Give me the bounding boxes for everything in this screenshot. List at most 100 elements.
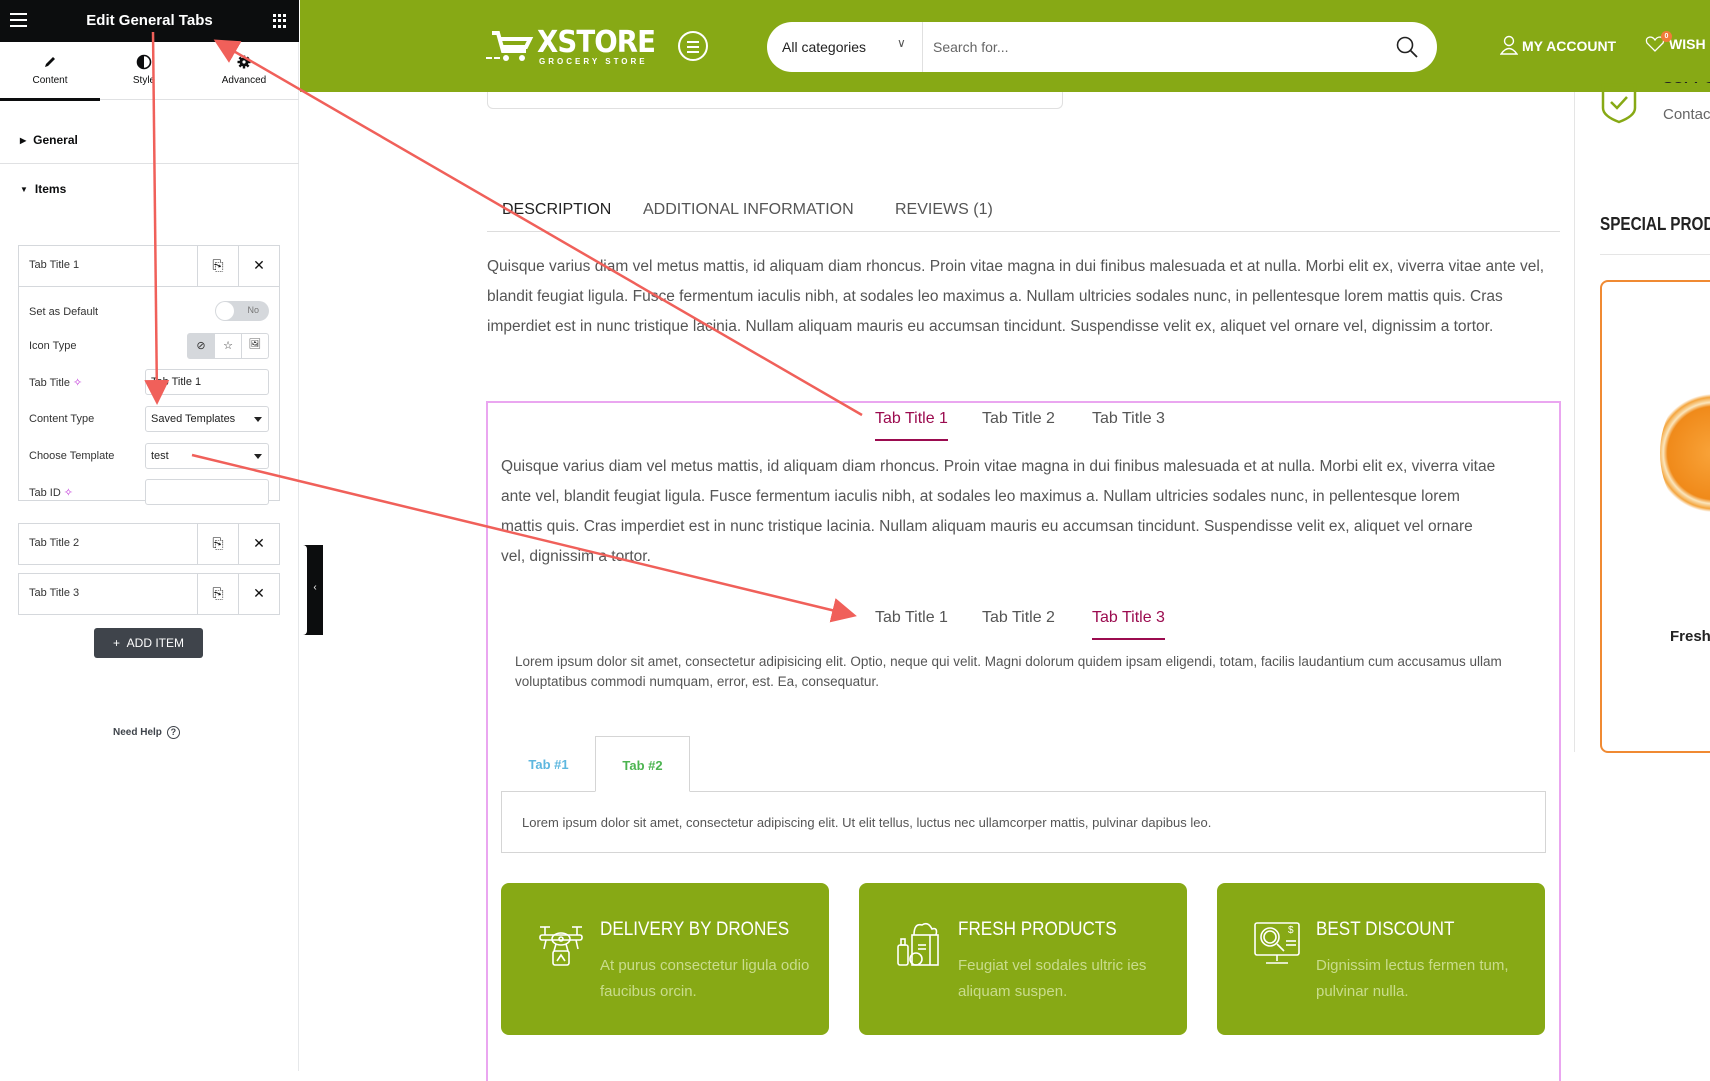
content-type-select[interactable]: Saved Templates	[145, 406, 269, 432]
caret-down-icon: ▼	[20, 185, 28, 194]
duplicate-button[interactable]: ⎘	[197, 574, 238, 614]
remove-button[interactable]: ✕	[238, 574, 279, 614]
repeater-item-header[interactable]: Tab Title 1 ⎘ ✕	[19, 246, 279, 286]
heading-divider	[1600, 254, 1710, 255]
section-items[interactable]: ▼ Items	[0, 182, 299, 196]
field-label: Tab Title	[29, 377, 70, 389]
section-items-label: Items	[34, 182, 67, 196]
search-divider	[922, 22, 923, 72]
half-circle-icon	[136, 54, 152, 70]
nested-tab-2[interactable]: Tab Title 2	[982, 609, 1055, 627]
tab-advanced-label: Advanced	[221, 75, 267, 86]
icon-type-choices: ⊘ ☆ 🖼	[187, 333, 269, 359]
cart-logo-icon	[486, 31, 534, 61]
nested-tab-1[interactable]: Tab Title 1	[875, 609, 948, 627]
repeater-item: Tab Title 1 ⎘ ✕ Set as Default No Icon T…	[18, 245, 280, 505]
repeater-item: Tab Title 3 ⎘ ✕	[18, 573, 280, 615]
general-tab-2[interactable]: Tab Title 2	[982, 410, 1055, 428]
previous-section-box	[487, 92, 1063, 109]
search-icon[interactable]	[1395, 35, 1419, 59]
field-tab-id: Tab ID ✧	[29, 479, 269, 505]
remove-button[interactable]: ✕	[238, 246, 279, 286]
tab-content[interactable]: Content	[0, 42, 100, 101]
duplicate-button[interactable]: ⎘	[197, 246, 238, 286]
ai-sparkle-icon[interactable]: ✧	[64, 487, 73, 499]
none-icon[interactable]: ⊘	[188, 334, 214, 358]
chevron-down-icon[interactable]: ∨	[897, 36, 906, 50]
tab-additional-information[interactable]: ADDITIONAL INFORMATION	[643, 201, 854, 219]
help-circle-icon: ?	[166, 726, 180, 739]
elementor-panel: Edit General Tabs Content Style Advanced…	[0, 0, 299, 1071]
repeater-item-fields: Set as Default No Icon Type ⊘ ☆ 🖼 Tab Ti…	[19, 286, 279, 505]
drone-icon	[539, 926, 583, 966]
tab-style[interactable]: Style	[94, 42, 194, 100]
image-icon[interactable]: 🖼	[241, 334, 268, 358]
feature-box: FRESH PRODUCTS Feugiat vel sodales ultri…	[859, 883, 1187, 1035]
collapse-panel-button[interactable]: ‹	[299, 545, 323, 635]
need-help-label: Need Help	[113, 727, 162, 738]
basic-tab-2[interactable]: Tab #2	[595, 736, 690, 792]
product-name[interactable]: Fresh O	[1670, 628, 1710, 645]
set-default-toggle[interactable]: No	[215, 301, 269, 321]
duplicate-button[interactable]: ⎘	[197, 524, 238, 564]
remove-button[interactable]: ✕	[238, 524, 279, 564]
need-help-link[interactable]: Need Help?	[113, 726, 180, 739]
toggle-state: No	[247, 305, 259, 315]
add-item-button[interactable]: + ADD ITEM	[94, 628, 203, 658]
field-label: Icon Type	[29, 340, 77, 352]
select-value: Saved Templates	[151, 413, 236, 425]
field-choose-template: Choose Template test	[29, 443, 269, 469]
field-content-type: Content Type Saved Templates	[29, 406, 269, 432]
choose-template-select[interactable]: test	[145, 443, 269, 469]
copy-icon: ⎘	[212, 257, 224, 273]
general-tab-3[interactable]: Tab Title 3	[1092, 410, 1165, 428]
star-icon[interactable]: ☆	[214, 334, 241, 358]
my-account-link[interactable]: MY ACCOUNT	[1499, 35, 1616, 55]
panel-header: Edit General Tabs	[0, 0, 299, 42]
field-tab-title: Tab Title ✧ Tab Title 1	[29, 369, 269, 395]
panel-tabs: Content Style Advanced	[0, 42, 299, 101]
wishlist-link[interactable]: 0 WISH	[1645, 31, 1706, 53]
repeater-item-header[interactable]: Tab Title 3 ⎘ ✕	[19, 574, 279, 614]
toggle-knob	[216, 302, 234, 320]
field-label: Choose Template	[29, 450, 115, 462]
product-card[interactable]	[1600, 280, 1710, 753]
repeater-item: Tab Title 2 ⎘ ✕	[18, 523, 280, 565]
tab-description[interactable]: DESCRIPTION	[502, 201, 611, 219]
tab-advanced[interactable]: Advanced	[194, 42, 294, 100]
section-divider	[0, 163, 299, 164]
repeater-item-title: Tab Title 3	[29, 587, 80, 599]
support-text: Contac	[1663, 106, 1710, 123]
field-label: Content Type	[29, 413, 95, 425]
feature-text: Dignissim lectus fermen tum, pulvinar nu…	[1316, 957, 1509, 1000]
repeater-item-title: Tab Title 2	[29, 537, 80, 549]
feature-text: At purus consectetur ligula odio faucibu…	[600, 957, 810, 1000]
wishlist-count-badge: 0	[1661, 31, 1672, 42]
feature-title: FRESH PRODUCTS	[958, 919, 1117, 940]
field-label: Tab ID	[29, 487, 61, 499]
tab-id-input[interactable]	[145, 479, 269, 505]
field-set-default: Set as Default No	[29, 299, 269, 325]
tab-content-label: Content	[32, 75, 68, 86]
section-general[interactable]: ▶ General	[0, 133, 299, 147]
nested-tab-content: Lorem ipsum dolor sit amet, consectetur …	[515, 654, 1502, 689]
general-tab-1[interactable]: Tab Title 1	[875, 410, 948, 441]
ai-sparkle-icon[interactable]: ✧	[73, 377, 82, 389]
search-input[interactable]: Search for...	[933, 39, 1008, 55]
gear-icon	[237, 55, 251, 69]
repeater-item-title: Tab Title 1	[29, 259, 80, 271]
product-tabs: DESCRIPTION ADDITIONAL INFORMATION REVIE…	[487, 196, 1560, 232]
widgets-grid-icon[interactable]	[273, 14, 287, 28]
menu-toggle-icon[interactable]	[678, 31, 708, 61]
tab-title-input[interactable]: Tab Title 1	[145, 369, 269, 395]
close-icon: ✕	[253, 585, 265, 601]
nested-tab-3[interactable]: Tab Title 3	[1092, 609, 1165, 640]
repeater-item-header[interactable]: Tab Title 2 ⎘ ✕	[19, 524, 279, 564]
description-text: Quisque varius diam vel metus mattis, id…	[487, 258, 1545, 335]
basic-tab-1[interactable]: Tab #1	[501, 736, 596, 792]
tab-reviews[interactable]: REVIEWS (1)	[895, 201, 993, 219]
wishlist-label: WISH	[1669, 36, 1706, 52]
category-select[interactable]: All categories	[782, 39, 866, 55]
feature-title: BEST DISCOUNT	[1316, 919, 1455, 940]
feature-box: DELIVERY BY DRONES At purus consectetur …	[501, 883, 829, 1035]
